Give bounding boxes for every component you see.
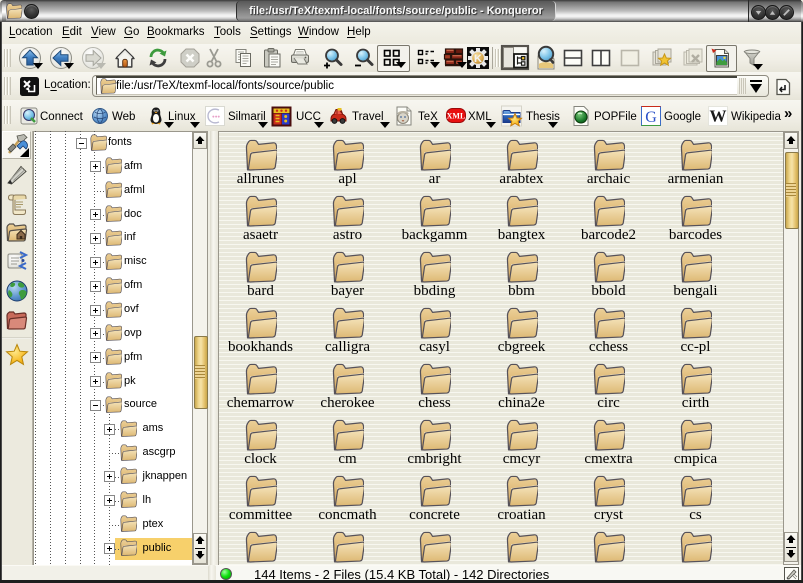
svg-text:G: G	[645, 109, 657, 126]
svg-text:●●●: ●●●	[212, 114, 220, 119]
svg-text:K: K	[474, 53, 482, 65]
svg-text:XML: XML	[447, 112, 466, 121]
svg-text:W: W	[710, 107, 727, 126]
